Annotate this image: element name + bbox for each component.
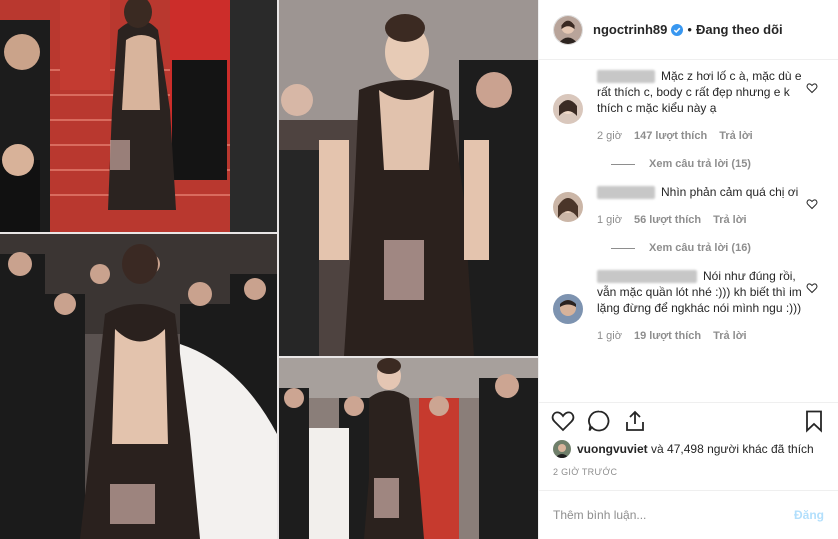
comment-likes[interactable]: 147 lượt thích	[634, 128, 707, 144]
comment-item: Nói như đúng rồi, vẫn mặc quần lót nhé :…	[553, 268, 824, 344]
commenter-username-blurred[interactable]	[597, 186, 655, 200]
verified-badge-icon	[671, 23, 684, 36]
post-timestamp: 2 GIỜ TRƯỚC	[553, 467, 618, 477]
photo-crowd-scene	[279, 358, 538, 539]
bookmark-icon[interactable]	[802, 409, 826, 433]
post-username[interactable]: ngoctrinh89	[593, 22, 667, 37]
like-heart-icon[interactable]	[551, 409, 575, 433]
reply-button[interactable]: Trả lời	[713, 328, 747, 344]
comment-heart-icon[interactable]	[806, 82, 818, 94]
likes-count-text[interactable]: và 47,498 người khác đã thích	[651, 442, 814, 456]
commenter-avatar[interactable]	[553, 192, 583, 222]
header-separator: •	[687, 22, 692, 37]
liker-avatar	[553, 440, 571, 458]
post-image-collage[interactable]	[0, 0, 538, 539]
view-replies-button[interactable]: Xem câu trả lời (15)	[611, 158, 824, 170]
comment-item: Mặc z hơi lố c à, mặc dù e rất thích c, …	[553, 68, 824, 144]
post-actions-bar	[539, 402, 838, 438]
comment-heart-icon[interactable]	[806, 282, 818, 294]
view-replies-button[interactable]: Xem câu trả lời (16)	[611, 242, 824, 254]
share-icon[interactable]	[623, 409, 647, 433]
comment-time: 2 giờ	[597, 130, 622, 142]
commenter-avatar[interactable]	[553, 294, 583, 324]
comment-input[interactable]	[553, 508, 794, 522]
likes-summary[interactable]: vuongvuviet và 47,498 người khác đã thíc…	[553, 440, 824, 458]
view-replies-line	[611, 247, 635, 249]
reply-button[interactable]: Trả lời	[719, 128, 753, 144]
photo-red-carpet-stairs	[0, 0, 277, 232]
post-header: ngoctrinh89 • Đang theo dõi	[539, 0, 838, 60]
comment-time: 1 giờ	[597, 330, 622, 342]
commenter-username-blurred[interactable]	[597, 70, 655, 84]
reply-button[interactable]: Trả lời	[713, 212, 747, 228]
view-replies-line	[611, 163, 635, 165]
following-button[interactable]: Đang theo dõi	[696, 22, 783, 37]
photo-back-pose-photographers	[0, 234, 277, 539]
comment-item: Nhìn phản cảm quá chị ơi 1 giờ 56 lượt t…	[553, 184, 824, 228]
comment-likes[interactable]: 56 lượt thích	[634, 212, 701, 228]
comment-heart-icon[interactable]	[806, 198, 818, 210]
post-comment-button[interactable]: Đăng	[794, 508, 824, 522]
comment-bubble-icon[interactable]	[587, 409, 611, 433]
comment-time: 1 giờ	[597, 214, 622, 226]
view-replies-label: Xem câu trả lời (16)	[649, 242, 751, 254]
photo-front-pose	[279, 0, 538, 356]
comments-list[interactable]: Mặc z hơi lố c à, mặc dù e rất thích c, …	[539, 60, 838, 400]
commenter-avatar[interactable]	[553, 94, 583, 124]
comment-likes[interactable]: 19 lượt thích	[634, 328, 701, 344]
comment-text: Nhìn phản cảm quá chị ơi	[661, 185, 799, 199]
commenter-username-blurred[interactable]	[597, 270, 697, 284]
add-comment-bar: Đăng	[539, 490, 838, 539]
post-side-panel: ngoctrinh89 • Đang theo dõi Mặc z hơi lố…	[538, 0, 838, 539]
view-replies-label: Xem câu trả lời (15)	[649, 158, 751, 170]
profile-avatar[interactable]	[553, 14, 583, 45]
liker-username[interactable]: vuongvuviet	[577, 442, 648, 456]
